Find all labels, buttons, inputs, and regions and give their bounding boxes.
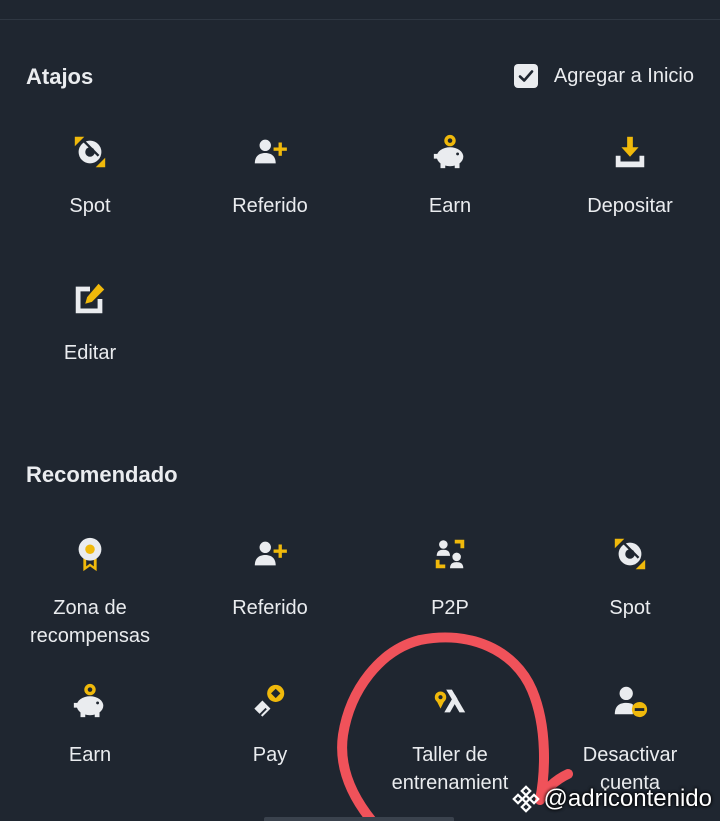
- recommended-label: P2P: [431, 597, 469, 619]
- recommended-label: Referido: [232, 597, 308, 619]
- shortcut-earn[interactable]: Earn: [360, 132, 540, 220]
- pay-icon: [250, 681, 290, 721]
- bottom-handle: [264, 817, 454, 821]
- p2p-icon: [430, 534, 470, 574]
- recommended-label: Pay: [252, 744, 288, 766]
- shortcut-label: Earn: [428, 195, 472, 217]
- shortcut-editar[interactable]: Editar: [0, 279, 180, 367]
- deposit-icon: [610, 132, 650, 172]
- shortcut-referido[interactable]: Referido: [180, 132, 360, 220]
- shortcut-spot[interactable]: Spot: [0, 132, 180, 220]
- shortcuts-title: Atajos: [26, 64, 94, 89]
- recommended-label: Spot: [609, 597, 651, 619]
- shortcut-depositar[interactable]: Depositar: [540, 132, 720, 220]
- checkbox-checked-icon[interactable]: [513, 64, 538, 88]
- referral-icon: [250, 132, 290, 172]
- top-divider: [0, 19, 720, 20]
- edit-icon: [70, 279, 110, 319]
- spot-icon: [610, 534, 650, 574]
- shortcut-label: Spot: [69, 195, 111, 217]
- shortcut-label: Depositar: [587, 195, 673, 217]
- rewards-icon: [70, 534, 110, 574]
- watermark: @adricontenido: [511, 785, 712, 813]
- add-to-home-toggle[interactable]: Agregar a Inicio: [513, 64, 694, 88]
- deactivate-account-icon: [610, 681, 650, 721]
- recommended-earn[interactable]: Earn: [0, 681, 180, 769]
- spot-icon: [70, 132, 110, 172]
- training-icon: [430, 681, 470, 721]
- recommended-label: Earn: [68, 744, 112, 766]
- recommended-p2p[interactable]: P2P: [360, 534, 540, 622]
- add-to-home-label: Agregar a Inicio: [553, 64, 694, 87]
- recommended-spot[interactable]: Spot: [540, 534, 720, 622]
- shortcut-label: Editar: [63, 342, 117, 364]
- earn-icon: [70, 681, 110, 721]
- earn-icon: [430, 132, 470, 172]
- recommended-zona-de-recompensas[interactable]: Zona de recompensas: [0, 534, 180, 650]
- recommended-taller-de-entrenamiento[interactable]: Taller de entrenamient: [360, 681, 540, 797]
- referral-icon: [250, 534, 290, 574]
- binance-logo-icon: [511, 785, 540, 813]
- recommended-label: Taller de entrenamient: [391, 744, 509, 794]
- recommended-desactivar-cuenta[interactable]: Desactivar cuenta: [540, 681, 720, 797]
- recommended-referido[interactable]: Referido: [180, 534, 360, 622]
- shortcut-label: Referido: [232, 195, 308, 217]
- recommended-label: Zona de recompensas: [29, 597, 151, 647]
- recommended-pay[interactable]: Pay: [180, 681, 360, 769]
- recommended-title: Recomendado: [26, 462, 178, 487]
- watermark-text: @adricontenido: [543, 785, 712, 812]
